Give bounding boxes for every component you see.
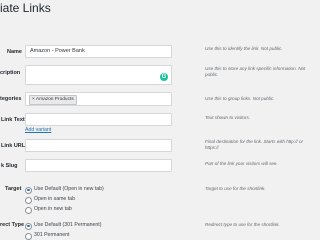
link-url-input[interactable]: [25, 139, 172, 152]
description-help: Use this to store any link specific info…: [205, 66, 306, 77]
link-text-help: Text shown to visitors.: [205, 115, 251, 120]
name-help: Use this to identify the link. Not publi…: [205, 46, 283, 51]
link-text-input[interactable]: [25, 113, 172, 126]
target-label: Target: [5, 186, 22, 192]
link-slug-label: k Slug: [1, 163, 18, 169]
category-tag[interactable]: × Amazon Products: [29, 95, 77, 105]
redirect-type-label: rect Type: [0, 222, 25, 228]
radio-icon[interactable]: [25, 232, 32, 240]
radio-icon[interactable]: [25, 196, 32, 204]
radio-icon[interactable]: [25, 206, 32, 214]
link-url-help: Final destination for the link. Starts w…: [205, 139, 304, 150]
redirect-type-help: Redirect type to use for the shortlink.: [205, 222, 280, 227]
radio-checked-icon[interactable]: [25, 222, 32, 230]
name-input-value: Amazon - Power Bank: [30, 48, 85, 54]
grammarly-icon[interactable]: G: [160, 73, 168, 81]
categories-select[interactable]: × Amazon Products: [25, 92, 172, 106]
link-text-label: Link Text: [1, 117, 25, 123]
name-input[interactable]: Amazon - Power Bank: [25, 45, 172, 58]
radio-checked-icon[interactable]: [25, 186, 32, 194]
categories-label: tegories: [0, 96, 22, 102]
target-help: Target to use for the shortlink.: [205, 186, 266, 191]
page-title: iate Links: [0, 1, 51, 15]
link-slug-help: Part of the link your visitors will see.: [205, 161, 278, 166]
name-label: Name: [7, 49, 22, 55]
description-textarea[interactable]: G: [25, 65, 172, 85]
link-slug-input[interactable]: [25, 159, 172, 172]
categories-help: Use this to group links. Not public.: [205, 96, 275, 101]
description-label: cription: [0, 70, 21, 76]
add-variant-link[interactable]: Add variant: [25, 127, 51, 133]
link-url-label: Link URL: [1, 143, 26, 149]
